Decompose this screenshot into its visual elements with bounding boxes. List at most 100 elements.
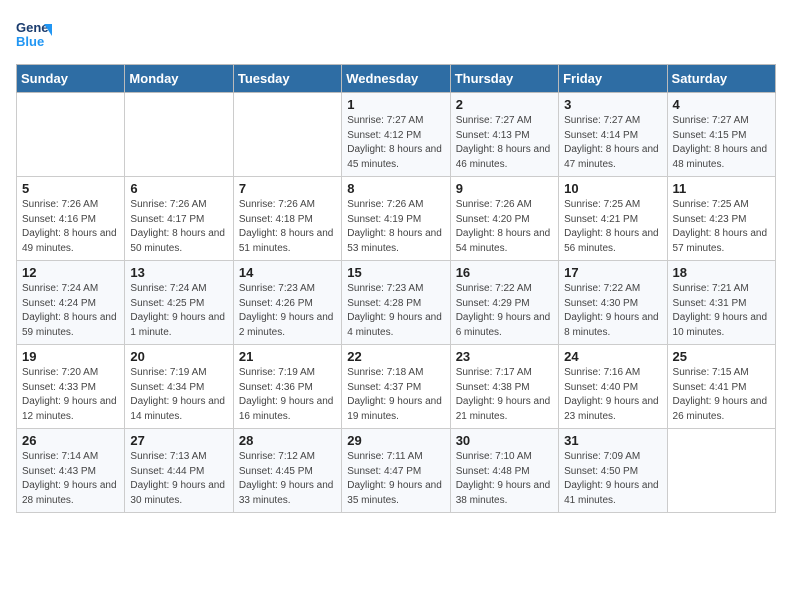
calendar-cell [125,93,233,177]
day-number: 15 [347,265,444,280]
day-number: 19 [22,349,119,364]
day-info: Sunrise: 7:24 AMSunset: 4:24 PMDaylight:… [22,282,119,340]
day-number: 9 [456,181,553,196]
day-number: 27 [130,433,227,448]
calendar-cell [17,93,125,177]
day-info: Sunrise: 7:22 AMSunset: 4:29 PMDaylight:… [456,282,553,340]
calendar-cell: 29 Sunrise: 7:11 AMSunset: 4:47 PMDayligh… [342,429,450,513]
logo: General Blue [16,16,52,52]
day-number: 30 [456,433,553,448]
day-number: 26 [22,433,119,448]
calendar-cell: 2 Sunrise: 7:27 AMSunset: 4:13 PMDaylight… [450,93,558,177]
day-info: Sunrise: 7:10 AMSunset: 4:48 PMDaylight:… [456,450,553,508]
day-number: 24 [564,349,661,364]
calendar-week-row: 19 Sunrise: 7:20 AMSunset: 4:33 PMDayligh… [17,345,776,429]
calendar-cell: 17Sunrise: 7:22 AMSunset: 4:30 PMDayligh… [559,261,667,345]
day-number: 31 [564,433,661,448]
calendar-cell: 18Sunrise: 7:21 AMSunset: 4:31 PMDayligh… [667,261,775,345]
calendar-cell: 16 Sunrise: 7:22 AMSunset: 4:29 PMDayligh… [450,261,558,345]
day-number: 13 [130,265,227,280]
calendar-cell: 4 Sunrise: 7:27 AMSunset: 4:15 PMDaylight… [667,93,775,177]
calendar-cell: 5 Sunrise: 7:26 AMSunset: 4:16 PMDaylight… [17,177,125,261]
calendar-cell: 23 Sunrise: 7:17 AMSunset: 4:38 PMDayligh… [450,345,558,429]
day-number: 28 [239,433,336,448]
day-info: Sunrise: 7:27 AMSunset: 4:13 PMDaylight:… [456,114,553,172]
day-info: Sunrise: 7:11 AMSunset: 4:47 PMDaylight:… [347,450,444,508]
day-number: 25 [673,349,770,364]
day-number: 17 [564,265,661,280]
calendar-cell: 19 Sunrise: 7:20 AMSunset: 4:33 PMDayligh… [17,345,125,429]
day-number: 16 [456,265,553,280]
day-number: 20 [130,349,227,364]
calendar-cell [667,429,775,513]
day-info: Sunrise: 7:23 AMSunset: 4:26 PMDaylight:… [239,282,336,340]
day-info: Sunrise: 7:17 AMSunset: 4:38 PMDaylight:… [456,366,553,424]
calendar-cell: 7 Sunrise: 7:26 AMSunset: 4:18 PMDaylight… [233,177,341,261]
day-info: Sunrise: 7:26 AMSunset: 4:16 PMDaylight:… [22,198,119,256]
weekday-header: Wednesday [342,65,450,93]
calendar-cell: 31 Sunrise: 7:09 AMSunset: 4:50 PMDayligh… [559,429,667,513]
calendar-cell: 25 Sunrise: 7:15 AMSunset: 4:41 PMDayligh… [667,345,775,429]
day-info: Sunrise: 7:25 AMSunset: 4:23 PMDaylight:… [673,198,770,256]
day-number: 1 [347,97,444,112]
calendar-cell: 20 Sunrise: 7:19 AMSunset: 4:34 PMDayligh… [125,345,233,429]
calendar-cell: 10 Sunrise: 7:25 AMSunset: 4:21 PMDayligh… [559,177,667,261]
day-number: 23 [456,349,553,364]
svg-text:Blue: Blue [16,34,44,49]
calendar-cell: 11 Sunrise: 7:25 AMSunset: 4:23 PMDayligh… [667,177,775,261]
calendar-cell: 1 Sunrise: 7:27 AMSunset: 4:12 PMDaylight… [342,93,450,177]
logo-icon: General Blue [16,16,52,52]
day-number: 5 [22,181,119,196]
day-info: Sunrise: 7:12 AMSunset: 4:45 PMDaylight:… [239,450,336,508]
day-number: 11 [673,181,770,196]
day-info: Sunrise: 7:20 AMSunset: 4:33 PMDaylight:… [22,366,119,424]
day-number: 29 [347,433,444,448]
day-info: Sunrise: 7:27 AMSunset: 4:14 PMDaylight:… [564,114,661,172]
calendar-cell: 22 Sunrise: 7:18 AMSunset: 4:37 PMDayligh… [342,345,450,429]
calendar-cell: 27 Sunrise: 7:13 AMSunset: 4:44 PMDayligh… [125,429,233,513]
day-info: Sunrise: 7:09 AMSunset: 4:50 PMDaylight:… [564,450,661,508]
day-number: 8 [347,181,444,196]
calendar-cell: 12 Sunrise: 7:24 AMSunset: 4:24 PMDayligh… [17,261,125,345]
weekday-header: Saturday [667,65,775,93]
day-number: 21 [239,349,336,364]
day-info: Sunrise: 7:23 AMSunset: 4:28 PMDaylight:… [347,282,444,340]
weekday-header: Tuesday [233,65,341,93]
calendar-cell: 6 Sunrise: 7:26 AMSunset: 4:17 PMDaylight… [125,177,233,261]
weekday-header: Friday [559,65,667,93]
day-info: Sunrise: 7:27 AMSunset: 4:15 PMDaylight:… [673,114,770,172]
calendar-cell: 15 Sunrise: 7:23 AMSunset: 4:28 PMDayligh… [342,261,450,345]
day-info: Sunrise: 7:26 AMSunset: 4:20 PMDaylight:… [456,198,553,256]
day-info: Sunrise: 7:26 AMSunset: 4:17 PMDaylight:… [130,198,227,256]
day-info: Sunrise: 7:27 AMSunset: 4:12 PMDaylight:… [347,114,444,172]
day-number: 14 [239,265,336,280]
day-info: Sunrise: 7:25 AMSunset: 4:21 PMDaylight:… [564,198,661,256]
day-number: 12 [22,265,119,280]
day-info: Sunrise: 7:19 AMSunset: 4:34 PMDaylight:… [130,366,227,424]
weekday-header: Thursday [450,65,558,93]
day-info: Sunrise: 7:18 AMSunset: 4:37 PMDaylight:… [347,366,444,424]
weekday-header: Sunday [17,65,125,93]
calendar-cell: 21Sunrise: 7:19 AMSunset: 4:36 PMDayligh… [233,345,341,429]
day-number: 7 [239,181,336,196]
calendar-cell: 30 Sunrise: 7:10 AMSunset: 4:48 PMDayligh… [450,429,558,513]
calendar-cell: 28 Sunrise: 7:12 AMSunset: 4:45 PMDayligh… [233,429,341,513]
day-number: 2 [456,97,553,112]
day-number: 3 [564,97,661,112]
day-info: Sunrise: 7:13 AMSunset: 4:44 PMDaylight:… [130,450,227,508]
day-info: Sunrise: 7:21 AMSunset: 4:31 PMDaylight:… [673,282,770,340]
calendar-table: SundayMondayTuesdayWednesdayThursdayFrid… [16,64,776,513]
calendar-cell: 14 Sunrise: 7:23 AMSunset: 4:26 PMDayligh… [233,261,341,345]
calendar-cell: 3 Sunrise: 7:27 AMSunset: 4:14 PMDaylight… [559,93,667,177]
calendar-cell: 26Sunrise: 7:14 AMSunset: 4:43 PMDayligh… [17,429,125,513]
day-info: Sunrise: 7:26 AMSunset: 4:18 PMDaylight:… [239,198,336,256]
calendar-cell: 9 Sunrise: 7:26 AMSunset: 4:20 PMDaylight… [450,177,558,261]
day-info: Sunrise: 7:15 AMSunset: 4:41 PMDaylight:… [673,366,770,424]
day-number: 10 [564,181,661,196]
day-number: 4 [673,97,770,112]
day-number: 22 [347,349,444,364]
day-number: 6 [130,181,227,196]
day-info: Sunrise: 7:26 AMSunset: 4:19 PMDaylight:… [347,198,444,256]
calendar-cell: 8 Sunrise: 7:26 AMSunset: 4:19 PMDaylight… [342,177,450,261]
calendar-cell [233,93,341,177]
